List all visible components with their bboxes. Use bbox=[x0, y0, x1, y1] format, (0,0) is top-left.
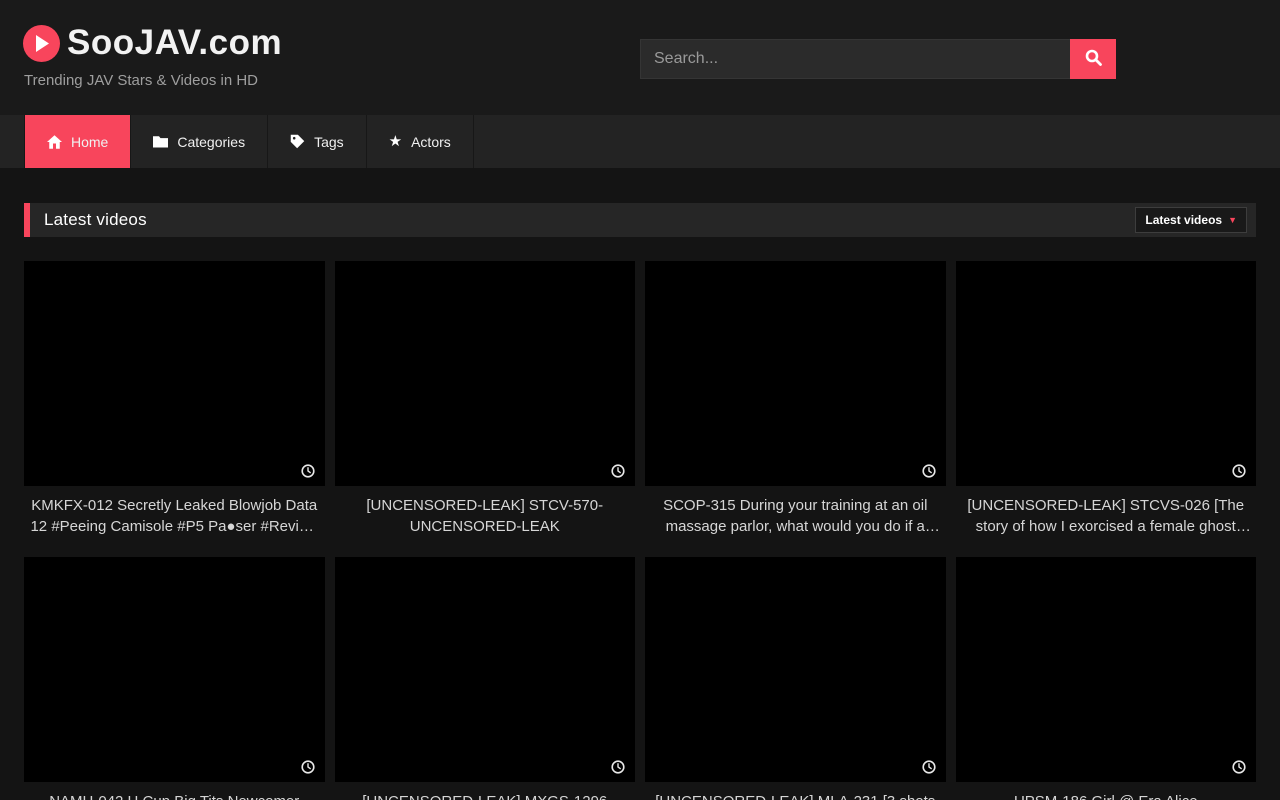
video-title[interactable]: [UNCENSORED-LEAK] STCVS-026 [The story o… bbox=[961, 495, 1252, 537]
video-title[interactable]: [UNCENSORED-LEAK] STCV-570-UNCENSORED-LE… bbox=[340, 495, 631, 537]
video-title[interactable]: UPSM-186 Girl @ Era Alice bbox=[961, 791, 1252, 800]
tag-icon bbox=[290, 134, 305, 149]
video-title[interactable]: NAMH-042 H Cup Big Tits Newcomer (170cm … bbox=[29, 791, 320, 800]
main-content: Latest videos Latest videos ▼ KMKFX-012 … bbox=[0, 168, 1280, 800]
video-card[interactable]: SCOP-315 During your training at an oil … bbox=[645, 261, 946, 557]
clock-icon bbox=[611, 760, 625, 774]
sort-dropdown-label: Latest videos bbox=[1145, 213, 1222, 227]
clock-icon bbox=[922, 760, 936, 774]
video-thumbnail[interactable] bbox=[645, 261, 946, 486]
video-card[interactable]: NAMH-042 H Cup Big Tits Newcomer (170cm … bbox=[24, 557, 325, 800]
video-thumbnail[interactable] bbox=[335, 557, 636, 782]
section-title: Latest videos bbox=[44, 210, 147, 230]
video-thumbnail[interactable] bbox=[956, 261, 1257, 486]
nav-item-actors[interactable]: ★ Actors bbox=[367, 115, 474, 168]
video-card[interactable]: [UNCENSORED-LEAK] MLA-231 [3 shots in bbox=[645, 557, 946, 800]
search-bar bbox=[640, 39, 1116, 79]
home-icon bbox=[47, 135, 62, 149]
video-thumbnail[interactable] bbox=[335, 261, 636, 486]
video-card[interactable]: KMKFX-012 Secretly Leaked Blowjob Data 1… bbox=[24, 261, 325, 557]
video-thumbnail[interactable] bbox=[645, 557, 946, 782]
video-title[interactable]: [UNCENSORED-LEAK] MLA-231 [3 shots in bbox=[650, 791, 941, 800]
nav-item-home[interactable]: Home bbox=[24, 115, 131, 168]
video-title[interactable]: SCOP-315 During your training at an oil … bbox=[650, 495, 941, 537]
section-header: Latest videos Latest videos ▼ bbox=[24, 203, 1256, 237]
clock-icon bbox=[922, 464, 936, 478]
nav-item-tags[interactable]: Tags bbox=[268, 115, 367, 168]
video-title-wrap: SCOP-315 During your training at an oil … bbox=[645, 486, 946, 557]
clock-icon bbox=[1232, 464, 1246, 478]
main-nav: Home Categories Tags ★ Actors bbox=[0, 115, 1280, 168]
logo-text: SooJAV.com bbox=[67, 23, 282, 63]
sort-dropdown[interactable]: Latest videos ▼ bbox=[1135, 207, 1247, 233]
search-input[interactable] bbox=[640, 39, 1070, 79]
folder-icon bbox=[153, 135, 168, 148]
site-tagline: Trending JAV Stars & Videos in HD bbox=[24, 72, 258, 89]
nav-item-label: Home bbox=[71, 134, 108, 150]
clock-icon bbox=[301, 464, 315, 478]
video-title-wrap: [UNCENSORED-LEAK] STCV-570-UNCENSORED-LE… bbox=[335, 486, 636, 557]
video-title-wrap: UPSM-186 Girl @ Era Alice bbox=[956, 782, 1257, 800]
video-title-wrap: [UNCENSORED-LEAK] STCVS-026 [The story o… bbox=[956, 486, 1257, 557]
video-thumbnail[interactable] bbox=[956, 557, 1257, 782]
chevron-down-icon: ▼ bbox=[1228, 216, 1237, 225]
video-thumbnail[interactable] bbox=[24, 557, 325, 782]
clock-icon bbox=[611, 464, 625, 478]
video-card[interactable]: [UNCENSORED-LEAK] STCVS-026 [The story o… bbox=[956, 261, 1257, 557]
nav-item-label: Tags bbox=[314, 134, 344, 150]
search-icon bbox=[1085, 49, 1102, 69]
video-title-wrap: KMKFX-012 Secretly Leaked Blowjob Data 1… bbox=[24, 486, 325, 557]
clock-icon bbox=[1232, 760, 1246, 774]
video-card[interactable]: [UNCENSORED-LEAK] MXGS-1296 Absolutely bbox=[335, 557, 636, 800]
video-title-wrap: [UNCENSORED-LEAK] MLA-231 [3 shots in bbox=[645, 782, 946, 800]
nav-item-label: Categories bbox=[177, 134, 245, 150]
play-icon bbox=[23, 25, 60, 62]
video-grid: KMKFX-012 Secretly Leaked Blowjob Data 1… bbox=[24, 261, 1256, 800]
video-title-wrap: [UNCENSORED-LEAK] MXGS-1296 Absolutely bbox=[335, 782, 636, 800]
star-icon: ★ bbox=[389, 134, 402, 149]
clock-icon bbox=[301, 760, 315, 774]
video-thumbnail[interactable] bbox=[24, 261, 325, 486]
nav-item-categories[interactable]: Categories bbox=[131, 115, 268, 168]
nav-item-label: Actors bbox=[411, 134, 451, 150]
site-logo[interactable]: SooJAV.com bbox=[23, 23, 282, 63]
video-card[interactable]: [UNCENSORED-LEAK] STCV-570-UNCENSORED-LE… bbox=[335, 261, 636, 557]
site-header: SooJAV.com Trending JAV Stars & Videos i… bbox=[0, 0, 1280, 115]
search-button[interactable] bbox=[1070, 39, 1116, 79]
video-title[interactable]: KMKFX-012 Secretly Leaked Blowjob Data 1… bbox=[29, 495, 320, 537]
video-title[interactable]: [UNCENSORED-LEAK] MXGS-1296 Absolutely bbox=[340, 791, 631, 800]
video-card[interactable]: UPSM-186 Girl @ Era Alice bbox=[956, 557, 1257, 800]
video-title-wrap: NAMH-042 H Cup Big Tits Newcomer (170cm … bbox=[24, 782, 325, 800]
